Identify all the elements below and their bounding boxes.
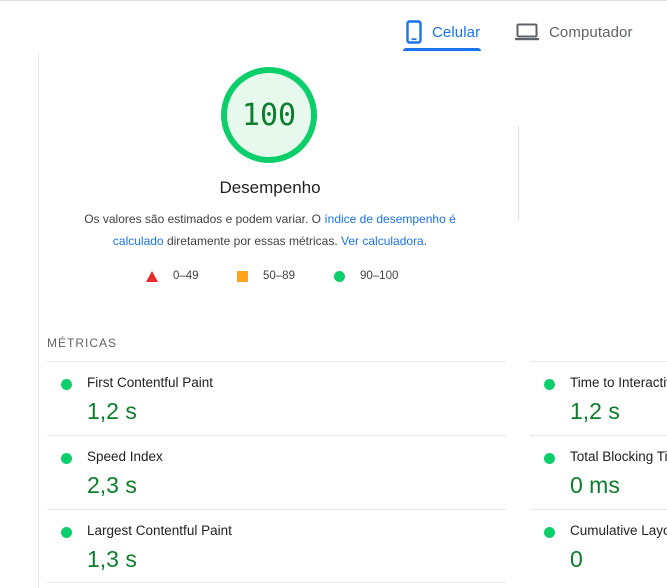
square-icon [237, 270, 248, 282]
metrics-header: MÉTRICAS [47, 336, 118, 350]
pass-circle-icon [61, 453, 72, 464]
legend-pass-range: 90–100 [360, 270, 399, 282]
metric-title: Speed Index [87, 449, 163, 464]
tab-desktop-label: Computador [549, 23, 633, 41]
metric-divider [530, 435, 667, 436]
description-text: Os valores são estimados e podem variar.… [84, 212, 325, 226]
gauge-score: 100 [241, 97, 297, 133]
metric-title: First Contentful Paint [87, 375, 214, 390]
metric-divider [530, 509, 667, 510]
metric-cumulative-layout-shift: Cumulative Layout Shift 0 [544, 523, 667, 575]
metric-value: 1,3 s [87, 546, 137, 572]
pass-circle-icon [544, 527, 555, 538]
legend-average: 50–89 [237, 268, 295, 284]
metric-title: Cumulative Layout Shift [570, 523, 667, 538]
tab-mobile[interactable]: Celular [406, 14, 480, 50]
performance-gauge: 100 [220, 66, 318, 164]
legend-fail-range: 0–49 [173, 270, 199, 282]
description-text: . [423, 234, 428, 248]
laptop-icon [515, 23, 539, 41]
tab-selected-indicator [403, 48, 481, 51]
left-divider [38, 52, 39, 588]
legend-fail: 0–49 [146, 268, 199, 284]
metric-value: 0 ms [570, 472, 620, 498]
metric-title: Total Blocking Time [570, 449, 667, 464]
metric-largest-contentful-paint: Largest Contentful Paint 1,3 s [61, 523, 501, 575]
tab-mobile-label: Celular [432, 23, 481, 41]
gauge-divider [518, 125, 519, 220]
metric-value: 1,2 s [87, 398, 137, 424]
metric-divider [530, 361, 667, 362]
metric-title: Largest Contentful Paint [87, 523, 232, 538]
metric-value: 2,3 s [87, 472, 137, 498]
metric-total-blocking-time: Total Blocking Time 0 ms [544, 449, 667, 501]
calculator-link[interactable]: Ver calculadora [341, 234, 424, 248]
metric-value: 1,2 s [570, 398, 620, 424]
metric-divider [47, 361, 506, 362]
metric-title: Time to Interactive [570, 375, 667, 390]
pass-circle-icon [61, 527, 72, 538]
metric-time-to-interactive: Time to Interactive 1,2 s [544, 375, 667, 427]
top-border [0, 0, 667, 1]
pass-circle-icon [544, 379, 555, 390]
metric-divider [47, 509, 506, 510]
metric-divider [47, 435, 506, 436]
pass-circle-icon [61, 379, 72, 390]
pass-circle-icon [544, 453, 555, 464]
score-description: Os valores são estimados e podem variar.… [60, 208, 480, 252]
smartphone-icon [406, 20, 422, 44]
metric-divider [47, 582, 506, 583]
description-text: diretamente por essas métricas. [163, 234, 342, 248]
tab-desktop[interactable]: Computador [515, 14, 633, 50]
legend-pass: 90–100 [334, 268, 398, 284]
triangle-icon [146, 270, 158, 282]
gauge-title: Desempenho [219, 178, 321, 197]
metric-first-contentful-paint: First Contentful Paint 1,2 s [61, 375, 501, 427]
legend-average-range: 50–89 [263, 270, 295, 282]
metric-value: 0 [570, 546, 583, 572]
circle-icon [334, 270, 345, 282]
metric-speed-index: Speed Index 2,3 s [61, 449, 501, 501]
